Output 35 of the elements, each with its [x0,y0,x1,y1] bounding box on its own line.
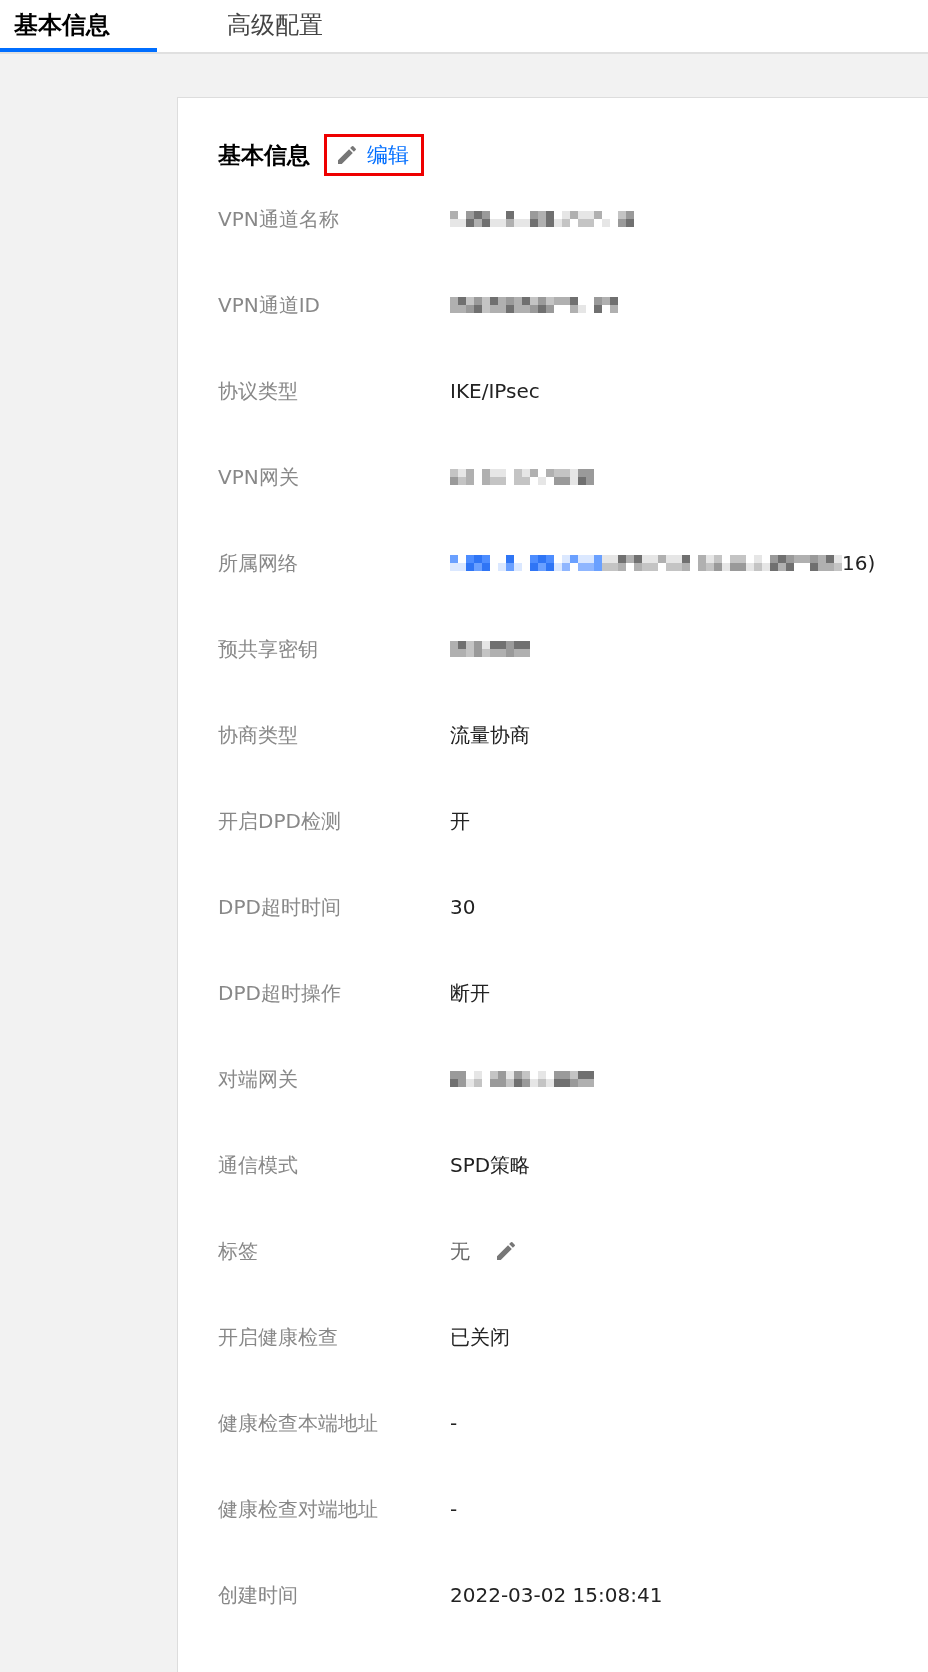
field-label: 协议类型 [218,377,299,405]
field-label: VPN通道ID [218,291,321,319]
field-label: DPD超时操作 [218,979,342,1007]
edit-link[interactable]: 编辑 [324,134,424,176]
field-label: VPN通道名称 [218,205,340,233]
field-label: 开启DPD检测 [218,807,342,835]
tab[interactable]: 基本信息 [0,0,157,52]
field-value: SPD策略 [450,1151,531,1179]
field-label: 通信模式 [218,1151,299,1179]
field-label: 开启健康检查 [218,1323,339,1351]
field-value: 30 [450,895,476,919]
field-value: - [450,1497,458,1521]
field-label: 健康检查本端地址 [218,1409,379,1437]
pencil-icon[interactable] [494,1239,518,1263]
pencil-icon [335,143,359,167]
field-label: 健康检查对端地址 [218,1495,379,1523]
field-value: IKE/IPsec [450,379,540,403]
field-label: 创建时间 [218,1581,299,1609]
field-label: 预共享密钥 [218,635,319,663]
tab[interactable]: 高级配置 [157,0,387,52]
field-value: 断开 [450,979,490,1007]
field-label: DPD超时时间 [218,893,342,921]
field-label: 对端网关 [218,1065,299,1093]
field-value: 已关闭 [450,1323,510,1351]
field-label: 标签 [218,1237,259,1265]
field-label: 协商类型 [218,721,299,749]
field-value: 开 [450,807,470,835]
field-label: VPN网关 [218,463,300,491]
field-value: - [450,1411,458,1435]
field-value: 无 [450,1237,470,1265]
field-value: 16) [842,551,876,575]
section-title: 基本信息 [218,140,310,170]
field-value: 流量协商 [450,721,530,749]
field-label: 所属网络 [218,549,299,577]
field-value: 2022-03-02 15:08:41 [450,1583,663,1607]
